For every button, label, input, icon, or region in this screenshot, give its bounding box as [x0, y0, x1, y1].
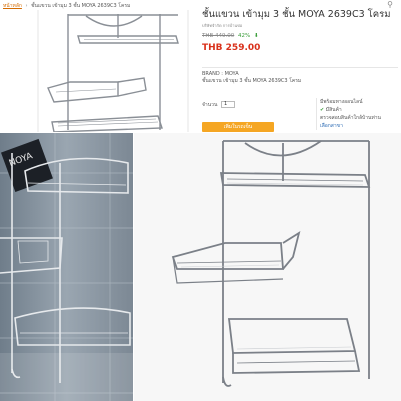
breadcrumb-home-link[interactable]: หน้าหลัก [3, 3, 22, 9]
breadcrumb: หน้าหลัก › ชั้นแขวน เข้ามุม 3 ชั้น MOYA … [3, 2, 130, 10]
divider [202, 67, 398, 68]
breadcrumb-current: ชั้นแขวน เข้ามุม 3 ชั้น MOYA 2639C3 โครม [31, 3, 131, 9]
quantity-row: จำนวน 1 [202, 101, 235, 109]
check-store-text: ตรวจสอบสินค้าใกล้บ้านท่าน [320, 115, 381, 121]
select-branch-link[interactable]: เลือกสาขา [320, 122, 396, 130]
share-icon[interactable]: ⚲ [387, 0, 393, 9]
online-availability: มีพร้อมทางออนไลน์ [320, 99, 363, 105]
product-image[interactable] [18, 10, 196, 132]
photo-divider [133, 133, 134, 401]
old-price: THB 449.00 42% ⬇ [202, 33, 259, 39]
arrow-down-icon: ⬇ [254, 33, 259, 39]
stock-status: ✔ มีสินค้า [320, 106, 396, 114]
product-title: ชั้นแขวน เข้ามุม 3 ชั้น MOYA 2639C3 โครม [202, 9, 391, 20]
quantity-input[interactable]: 1 [220, 101, 235, 108]
check-icon: ✔ [320, 107, 325, 113]
product-subtitle: บริษัทจำกัด การบ้านข่อ [202, 23, 243, 28]
store-availability: มีพร้อมทางออนไลน์ ✔ มีสินค้า ตรวจสอบสินค… [316, 98, 396, 130]
discount-badge: 42% [238, 33, 251, 39]
old-price-value: THB 449.00 [202, 33, 235, 39]
current-price: THB 259.00 [202, 43, 261, 53]
product-photo-installed: NOYA [0, 133, 133, 401]
add-to-cart-button[interactable]: เพิ่มในรถเข็น [202, 122, 274, 132]
brand-block: BRAND : MOYA ชั้นแขวน เข้ามุม 3 ชั้น MOY… [202, 71, 301, 85]
quantity-label: จำนวน [202, 102, 218, 108]
brand-description: ชั้นแขวน เข้ามุม 3 ชั้น MOYA 2639C3 โครม [202, 78, 302, 84]
stock-status-label: มีสินค้า [325, 107, 342, 113]
product-info: ชั้นแขวน เข้ามุม 3 ชั้น MOYA 2639C3 โครม… [202, 9, 398, 142]
product-photo-studio [133, 133, 401, 401]
breadcrumb-separator: › [25, 3, 28, 9]
product-page-panel: หน้าหลัก › ชั้นแขวน เข้ามุม 3 ชั้น MOYA … [0, 0, 401, 142]
brand-label: BRAND : MOYA [202, 71, 239, 77]
